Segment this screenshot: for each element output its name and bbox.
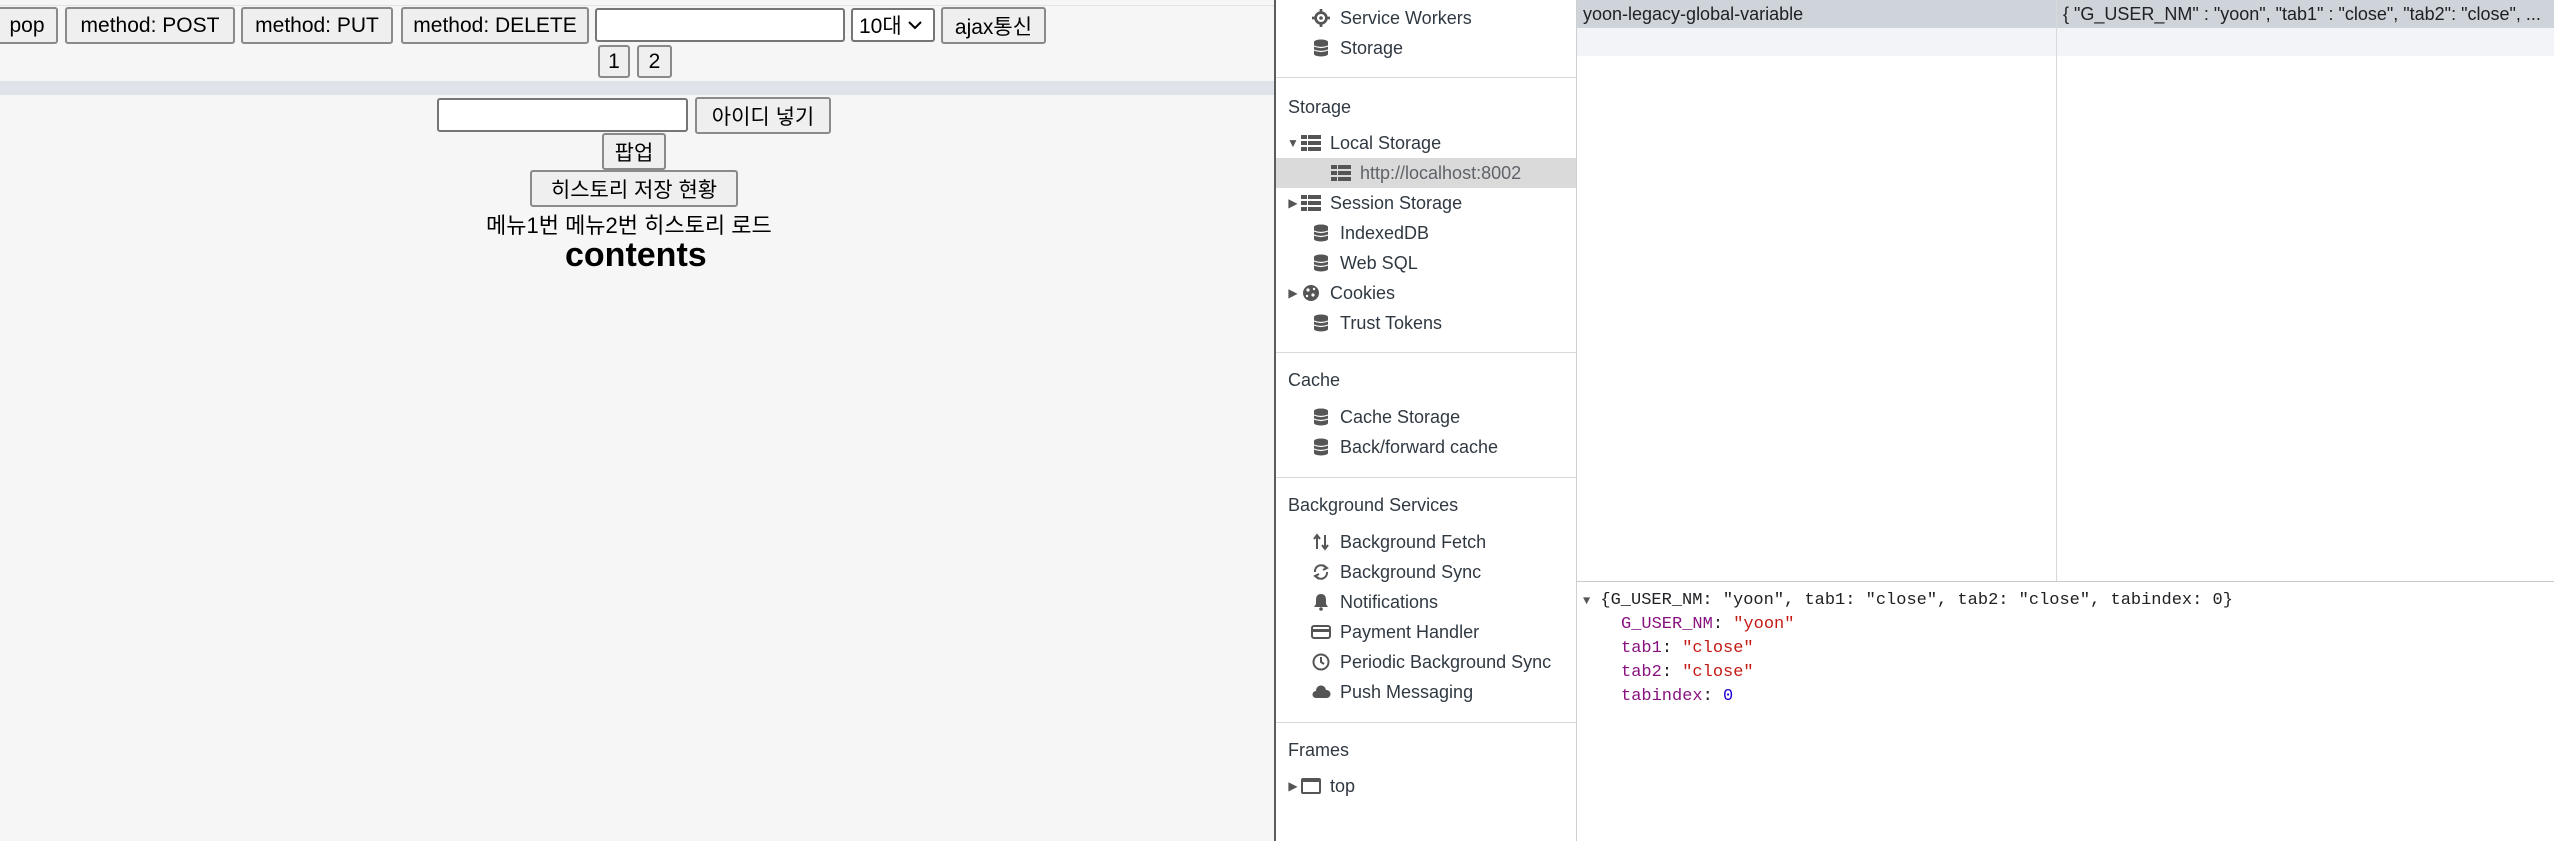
table-row[interactable]: yoon-legacy-global-variable { "G_USER_NM…: [1577, 0, 2554, 28]
web-page: pop method: POST method: PUT method: DEL…: [0, 0, 1274, 841]
table-cell-value[interactable]: { "G_USER_NM" : "yoon", "tab1" : "close"…: [2057, 0, 2554, 28]
sync-icon: [1310, 561, 1332, 583]
sidebar-separator: [1276, 477, 1576, 478]
sidebar-item-service-workers[interactable]: Service Workers: [1276, 3, 1576, 33]
prop-sep: :: [1661, 663, 1683, 682]
sidebar-item-indexeddb[interactable]: IndexedDB: [1276, 218, 1576, 248]
sidebar-item-local-origin[interactable]: http://localhost:8002: [1276, 158, 1576, 188]
prop-key: tabindex: [1621, 687, 1703, 706]
database-icon: [1310, 312, 1332, 334]
expanded-triangle-icon[interactable]: ▼: [1583, 594, 1590, 608]
age-select[interactable]: 10대: [851, 8, 935, 42]
table-grid-icon: [1330, 162, 1352, 184]
database-icon: [1310, 406, 1332, 428]
application-sidebar: Service Workers Storage Storage ▼ Local …: [1276, 0, 1577, 841]
prop-sep: :: [1712, 615, 1734, 634]
page-top-divider: [0, 5, 1274, 6]
database-icon: [1310, 252, 1332, 274]
bell-icon: [1310, 591, 1332, 613]
sidebar-item-notifications[interactable]: Notifications: [1276, 587, 1576, 617]
sidebar-item-background-sync[interactable]: Background Sync: [1276, 557, 1576, 587]
prop-value: "close": [1682, 663, 1754, 682]
storage-table: yoon-legacy-global-variable { "G_USER_NM…: [1577, 0, 2554, 581]
sidebar-item-cache-storage[interactable]: Cache Storage: [1276, 402, 1576, 432]
expanded-triangle-icon[interactable]: ▼: [1286, 136, 1300, 150]
prop-value: 0: [1723, 687, 1734, 706]
sidebar-item-local-storage[interactable]: ▼ Local Storage: [1276, 128, 1576, 158]
sidebar-item-payment-handler[interactable]: Payment Handler: [1276, 617, 1576, 647]
value-preview: ▼ {G_USER_NM: "yoon", tab1: "close", tab…: [1577, 582, 2554, 841]
cookie-icon: [1300, 282, 1322, 304]
ajax-button[interactable]: ajax통신: [941, 7, 1046, 44]
preview-prop: tabindex: 0: [1621, 687, 1733, 706]
table-grid-icon: [1300, 192, 1322, 214]
database-icon: [1310, 436, 1332, 458]
sidebar-separator: [1276, 77, 1576, 78]
clock-icon: [1310, 651, 1332, 673]
prop-sep: :: [1702, 687, 1724, 706]
section-storage: Storage: [1288, 97, 1352, 117]
method-post-button[interactable]: method: POST: [65, 7, 235, 44]
age-select-value: 10대: [859, 15, 902, 38]
prop-value: "close": [1682, 639, 1754, 658]
section-background-services: Background Services: [1288, 495, 1459, 515]
collapsed-triangle-icon[interactable]: ▶: [1286, 286, 1300, 300]
request-input[interactable]: [595, 8, 845, 42]
chevron-down-icon: [907, 17, 922, 33]
sidebar-item-websql[interactable]: Web SQL: [1276, 248, 1576, 278]
sidebar-item-push-messaging[interactable]: Push Messaging: [1276, 677, 1576, 707]
database-icon: [1310, 222, 1332, 244]
preview-summary: {G_USER_NM: "yoon", tab1: "close", tab2:…: [1600, 591, 2233, 610]
sidebar-item-frame-top[interactable]: ▶ top: [1276, 771, 1576, 801]
sidebar-item-session-storage[interactable]: ▶ Session Storage: [1276, 188, 1576, 218]
prop-value: "yoon": [1733, 615, 1795, 634]
credit-card-icon: [1310, 621, 1332, 643]
sidebar-item-trust-tokens[interactable]: Trust Tokens: [1276, 308, 1576, 338]
page-2-button[interactable]: 2: [637, 45, 672, 78]
section-cache: Cache: [1288, 370, 1341, 390]
section-frames: Frames: [1288, 740, 1350, 760]
collapsed-triangle-icon[interactable]: ▶: [1286, 196, 1300, 210]
sidebar-separator: [1276, 722, 1576, 723]
prop-key: tab2: [1621, 663, 1662, 682]
popup-button[interactable]: 팝업: [602, 133, 666, 170]
id-input[interactable]: [437, 98, 688, 132]
pop-button[interactable]: pop: [0, 7, 58, 44]
database-icon: [1310, 37, 1332, 59]
prop-sep: :: [1661, 639, 1683, 658]
preview-prop: G_USER_NM: "yoon": [1621, 615, 1794, 634]
window-icon: [1300, 775, 1322, 797]
sidebar-item-bf-cache[interactable]: Back/forward cache: [1276, 432, 1576, 462]
gear-icon: [1310, 7, 1332, 29]
sidebar-separator: [1276, 352, 1576, 353]
collapsed-triangle-icon[interactable]: ▶: [1286, 779, 1300, 793]
devtools-panel: Service Workers Storage Storage ▼ Local …: [1274, 0, 2554, 841]
history-status-button[interactable]: 히스토리 저장 현황: [530, 170, 738, 207]
table-row-empty[interactable]: [1577, 28, 2554, 56]
prop-key: tab1: [1621, 639, 1662, 658]
up-down-arrows-icon: [1310, 531, 1332, 553]
sidebar-item-background-fetch[interactable]: Background Fetch: [1276, 527, 1576, 557]
cloud-icon: [1310, 681, 1332, 703]
prop-key: G_USER_NM: [1621, 615, 1713, 634]
put-id-button[interactable]: 아이디 넣기: [695, 97, 831, 134]
table-grid-icon: [1300, 132, 1322, 154]
preview-prop: tab2: "close": [1621, 663, 1754, 682]
contents-title: contents: [565, 236, 707, 274]
preview-summary-line[interactable]: ▼ {G_USER_NM: "yoon", tab1: "close", tab…: [1583, 591, 2233, 610]
method-put-button[interactable]: method: PUT: [241, 7, 393, 44]
method-delete-button[interactable]: method: DELETE: [401, 7, 589, 44]
page-band: [0, 81, 1274, 95]
sidebar-item-storage-overview[interactable]: Storage: [1276, 33, 1576, 63]
column-divider[interactable]: [2056, 0, 2057, 581]
page-1-button[interactable]: 1: [598, 45, 630, 78]
preview-prop: tab1: "close": [1621, 639, 1754, 658]
sidebar-item-periodic-background-sync[interactable]: Periodic Background Sync: [1276, 647, 1576, 677]
table-cell-key[interactable]: yoon-legacy-global-variable: [1577, 0, 2056, 28]
sidebar-item-cookies[interactable]: ▶ Cookies: [1276, 278, 1576, 308]
